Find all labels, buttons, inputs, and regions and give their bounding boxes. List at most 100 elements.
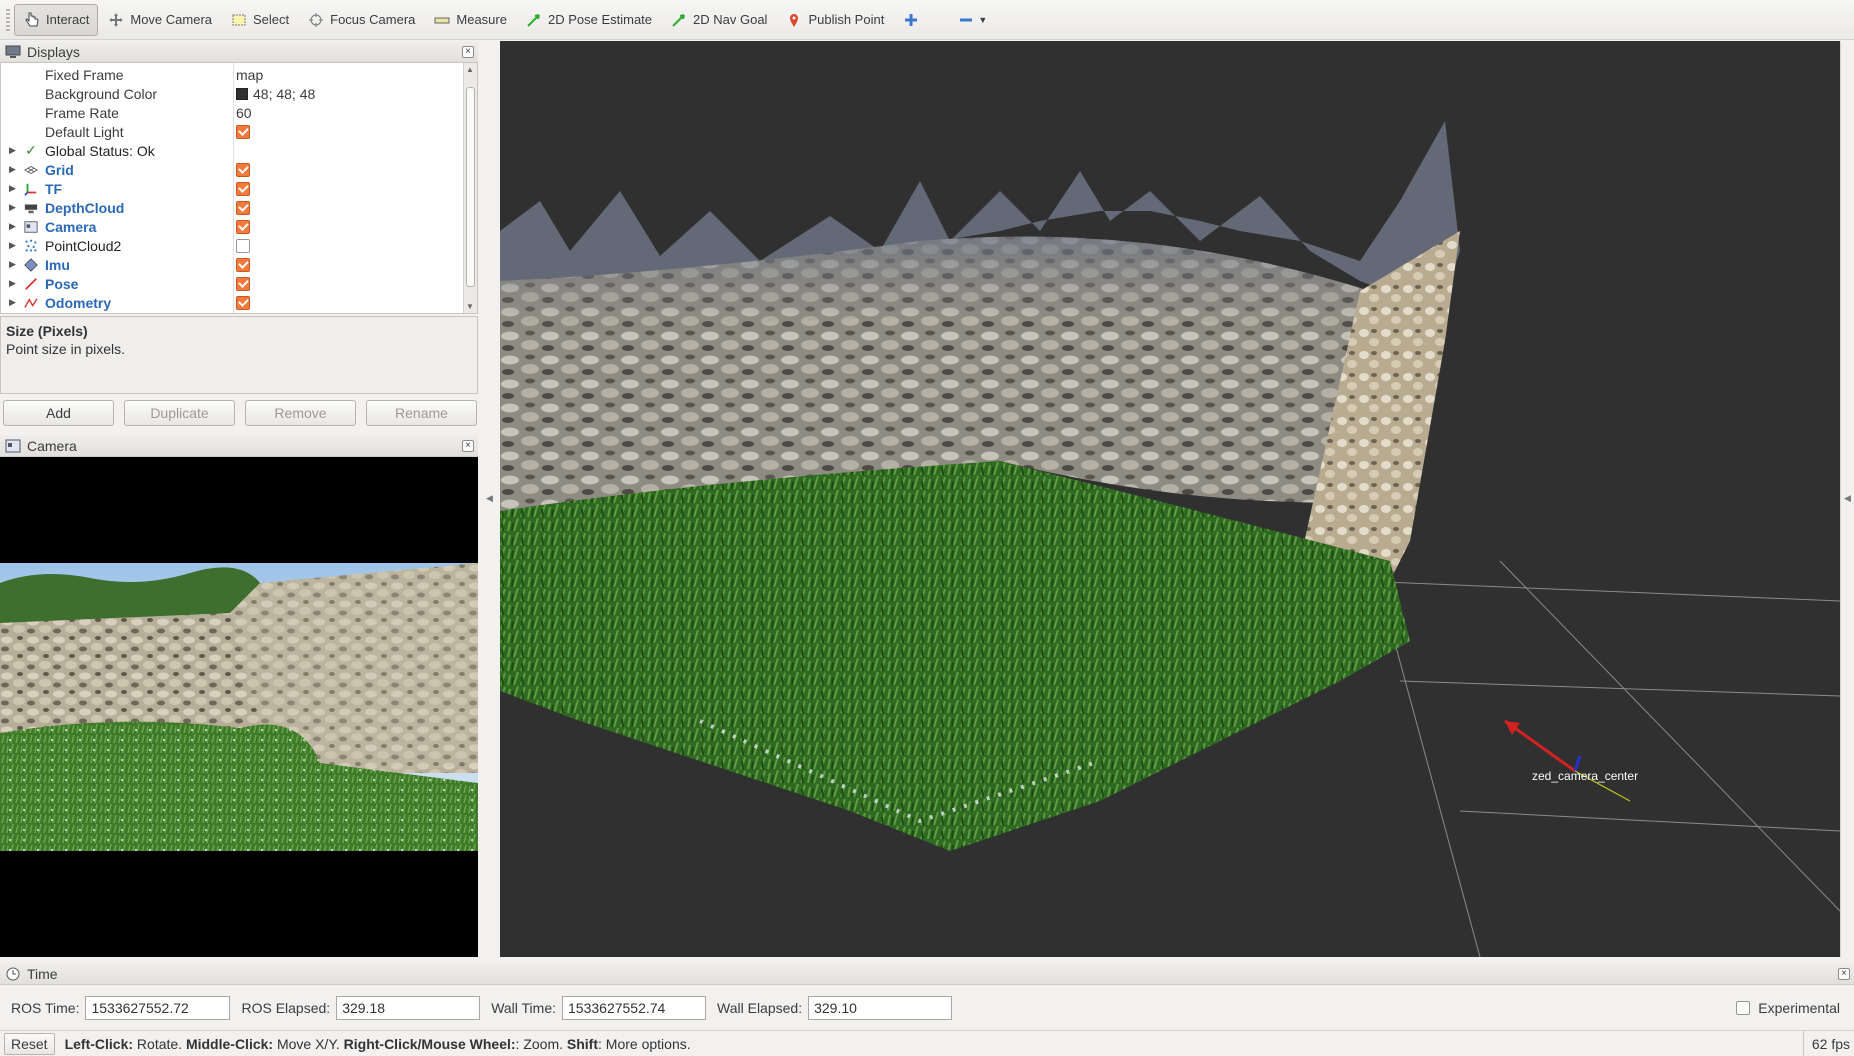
pose-estimate-tool-button[interactable]: 2D Pose Estimate xyxy=(516,4,661,36)
scroll-up-icon[interactable]: ▲ xyxy=(466,65,474,74)
pose-checkbox[interactable] xyxy=(236,276,250,291)
status-bar: Reset Left-Click: Rotate. Middle-Click: … xyxy=(0,1030,1854,1056)
hint-right-click-desc: : Zoom. xyxy=(515,1035,567,1052)
property-value: 48; 48; 48 xyxy=(253,85,316,102)
interact-tool-button[interactable]: Interact xyxy=(14,3,99,36)
green-arrow-icon xyxy=(525,11,543,29)
tree-row-imu[interactable]: ▶ Imu xyxy=(1,255,461,274)
collapse-right-icon[interactable]: ◀ xyxy=(1844,493,1851,504)
expand-arrow-icon[interactable]: ▶ xyxy=(9,183,16,194)
expand-arrow-icon[interactable]: ▶ xyxy=(9,145,16,156)
expand-arrow-icon[interactable]: ▶ xyxy=(9,259,16,270)
move-arrows-icon xyxy=(107,11,125,29)
grid-checkbox[interactable] xyxy=(236,162,250,177)
hint-middle-click-desc: Move X/Y. xyxy=(273,1035,344,1052)
expand-arrow-icon[interactable]: ▶ xyxy=(9,240,16,251)
remove-tool-dropdown[interactable]: ▼ xyxy=(948,4,996,36)
camera-panel-header: Camera × xyxy=(0,435,478,457)
property-name: Fixed Frame xyxy=(45,66,124,83)
wall-elapsed-field[interactable]: 329.10 xyxy=(808,996,953,1020)
expand-arrow-icon[interactable]: ▶ xyxy=(9,278,16,289)
select-tool-button[interactable]: Select xyxy=(221,4,298,36)
left-dock-splitter[interactable]: ◀ xyxy=(480,41,500,957)
wall-time-field[interactable]: 1533627552.74 xyxy=(562,996,707,1020)
ros-time-label: ROS Time: xyxy=(11,1000,80,1016)
property-description: Size (Pixels) Point size in pixels. xyxy=(0,316,478,394)
odometry-checkbox[interactable] xyxy=(236,295,250,310)
close-icon[interactable]: × xyxy=(462,440,474,452)
tree-row-pose[interactable]: ▶ Pose xyxy=(1,274,461,293)
tree-scrollbar[interactable]: ▲ ▼ xyxy=(463,63,477,313)
color-swatch xyxy=(236,87,248,100)
nav-goal-tool-button[interactable]: 2D Nav Goal xyxy=(661,4,776,36)
close-icon[interactable]: × xyxy=(462,46,474,58)
expand-arrow-icon[interactable]: ▶ xyxy=(9,221,16,232)
move-camera-tool-button[interactable]: Move Camera xyxy=(98,4,221,36)
publish-point-tool-button[interactable]: Publish Point xyxy=(776,4,893,36)
property-value[interactable]: map xyxy=(236,67,263,83)
mouse-hint: Left-Click: Rotate. Middle-Click: Move X… xyxy=(65,1036,691,1052)
tree-row-tf[interactable]: ▶ TF xyxy=(1,179,461,198)
depth-camera-icon xyxy=(23,200,39,216)
hint-left-click: Left-Click: xyxy=(64,1035,134,1052)
color-value[interactable]: 48; 48; 48 xyxy=(236,86,315,102)
camera-image-view[interactable] xyxy=(0,457,478,957)
remove-button[interactable]: Remove xyxy=(245,400,356,426)
tree-row-camera[interactable]: ▶ Camera xyxy=(1,217,461,236)
default-light-checkbox[interactable] xyxy=(236,124,250,139)
clock-icon xyxy=(5,967,21,981)
measure-tool-button[interactable]: Measure xyxy=(424,4,516,36)
hint-right-click: Right-Click/Mouse Wheel: xyxy=(343,1035,516,1052)
pointcloud2-checkbox[interactable] xyxy=(236,238,250,253)
add-button[interactable]: Add xyxy=(3,400,114,426)
camera-checkbox[interactable] xyxy=(236,219,250,234)
tree-row-depthcloud[interactable]: ▶ DepthCloud xyxy=(1,198,461,217)
rename-button[interactable]: Rename xyxy=(366,400,477,426)
grid-lines xyxy=(1359,550,1840,957)
tree-row-background-color[interactable]: Background Color 48; 48; 48 xyxy=(1,84,461,103)
tree-row-pointcloud2[interactable]: ▶ PointCloud2 xyxy=(1,236,461,255)
expand-arrow-icon[interactable]: ▶ xyxy=(9,202,16,213)
property-name: Default Light xyxy=(45,123,124,140)
plus-icon xyxy=(902,11,920,29)
reset-button[interactable]: Reset xyxy=(4,1032,55,1055)
checkmark-icon: ✓ xyxy=(25,142,37,158)
tree-row-grid[interactable]: ▶ Grid xyxy=(1,160,461,179)
scroll-down-icon[interactable]: ▼ xyxy=(466,302,474,311)
render-3d-view[interactable]: zed_camera_center xyxy=(500,41,1840,957)
scrollbar-thumb[interactable] xyxy=(466,87,475,287)
imu-icon xyxy=(23,257,39,273)
tf-checkbox[interactable] xyxy=(236,181,250,196)
expand-arrow-icon[interactable]: ▶ xyxy=(9,297,16,308)
tree-row-frame-rate[interactable]: Frame Rate 60 xyxy=(1,103,461,122)
minus-icon xyxy=(957,11,975,29)
focus-target-icon xyxy=(307,11,325,29)
property-value[interactable]: 60 xyxy=(236,105,252,121)
tree-row-fixed-frame[interactable]: Fixed Frame map xyxy=(1,65,461,84)
focus-camera-tool-button[interactable]: Focus Camera xyxy=(298,4,424,36)
tree-row-odometry[interactable]: ▶ Odometry xyxy=(1,293,461,312)
wall-elapsed-label: Wall Elapsed: xyxy=(717,1000,803,1016)
hint-shift: Shift xyxy=(566,1035,599,1052)
display-buttons: Add Duplicate Remove Rename xyxy=(3,400,477,426)
depthcloud-checkbox[interactable] xyxy=(236,200,250,215)
interact-tool-label: Interact xyxy=(46,12,90,27)
pose-arrow-icon xyxy=(23,276,39,292)
add-tool-button[interactable] xyxy=(893,4,934,36)
time-panel-title: Time xyxy=(27,965,58,982)
experimental-checkbox[interactable] xyxy=(1736,1001,1751,1015)
expand-arrow-icon[interactable]: ▶ xyxy=(9,164,16,175)
experimental-toggle[interactable]: Experimental xyxy=(1736,1000,1840,1016)
collapse-left-icon[interactable]: ◀ xyxy=(486,493,493,504)
imu-checkbox[interactable] xyxy=(236,257,250,272)
pose-estimate-tool-label: 2D Pose Estimate xyxy=(547,12,653,27)
ros-time-field[interactable]: 1533627552.72 xyxy=(85,996,231,1020)
close-icon[interactable]: × xyxy=(1838,968,1850,980)
tree-row-default-light[interactable]: Default Light xyxy=(1,122,461,141)
tree-row-global-status[interactable]: ▶ ✓ Global Status: Ok xyxy=(1,141,461,160)
duplicate-button[interactable]: Duplicate xyxy=(124,400,235,426)
toolbar-grip[interactable] xyxy=(6,8,10,31)
ros-elapsed-label: ROS Elapsed: xyxy=(241,1000,331,1016)
right-dock-splitter[interactable]: ◀ xyxy=(1840,41,1854,957)
ros-elapsed-field[interactable]: 329.18 xyxy=(336,996,481,1020)
